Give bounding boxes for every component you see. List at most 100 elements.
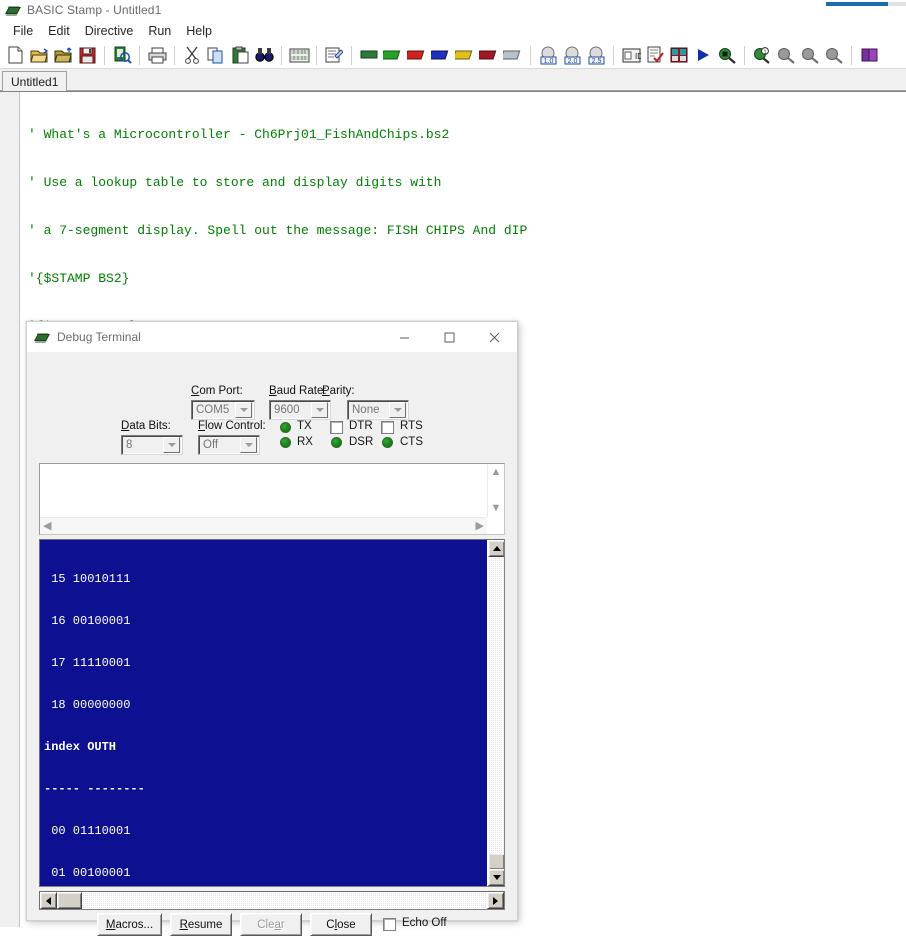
basic-stamp-chip-icon: [35, 331, 50, 344]
dtr-checkbox[interactable]: [330, 421, 343, 434]
chevron-down-icon[interactable]: [240, 437, 257, 453]
tokenize-icon[interactable]: [667, 43, 691, 67]
com-port-select[interactable]: COM5: [191, 400, 255, 420]
paste-clipboard-icon[interactable]: [228, 43, 252, 67]
debug-terminal-3-icon[interactable]: [798, 43, 822, 67]
menu-help[interactable]: Help: [180, 22, 221, 40]
cts-label: CTS: [400, 436, 423, 448]
app-title: BASIC Stamp - Untitled1: [27, 3, 161, 17]
scroll-up-button[interactable]: [488, 540, 505, 557]
scroll-down-icon[interactable]: ▼: [491, 503, 502, 514]
baud-rate-select[interactable]: 9600: [269, 400, 331, 420]
close-button[interactable]: Close: [310, 913, 372, 936]
echo-off-checkbox[interactable]: [383, 918, 396, 931]
pbasic-2-0-icon[interactable]: 2.0: [560, 43, 584, 67]
scroll-right-button[interactable]: [487, 892, 504, 909]
identify-icon[interactable]: ID: [619, 43, 643, 67]
app-title-bar[interactable]: BASIC Stamp - Untitled1: [0, 0, 906, 20]
debug-terminal-4-icon[interactable]: [822, 43, 846, 67]
transmit-text-area[interactable]: ▲ ▼ ◀ ▶: [39, 463, 505, 535]
toolbar-separator: [139, 46, 140, 65]
debug-terminal-2-icon[interactable]: [774, 43, 798, 67]
stamp-green-icon[interactable]: [381, 43, 405, 67]
menu-directive[interactable]: Directive: [79, 22, 143, 40]
close-button[interactable]: [472, 322, 517, 353]
parity-select[interactable]: None: [347, 400, 409, 420]
stamp-silver-icon[interactable]: [501, 43, 525, 67]
scroll-left-button[interactable]: [40, 892, 57, 909]
terminal-line: 15 10010111: [44, 572, 487, 586]
help-book-icon[interactable]: [857, 43, 881, 67]
print-preview-icon[interactable]: [110, 43, 134, 67]
stamp-bs1-icon[interactable]: [357, 43, 381, 67]
copy-icon[interactable]: [204, 43, 228, 67]
echo-off-label: Echo Off: [402, 917, 447, 929]
minimize-button[interactable]: [382, 322, 427, 353]
stamp-darkred-icon[interactable]: [477, 43, 501, 67]
transmit-horizontal-scrollbar[interactable]: ◀ ▶: [40, 517, 487, 534]
toolbar-separator: [613, 46, 614, 65]
svg-text:1: 1: [763, 49, 766, 55]
open-folder-up-icon[interactable]: [51, 43, 75, 67]
clear-button: Clear: [240, 913, 302, 936]
stamp-red-icon[interactable]: [405, 43, 429, 67]
stamp-yellow-icon[interactable]: [453, 43, 477, 67]
debug-terminal-icon[interactable]: [715, 43, 739, 67]
run-play-icon[interactable]: [691, 43, 715, 67]
menu-run[interactable]: Run: [142, 22, 180, 40]
cut-scissors-icon[interactable]: [180, 43, 204, 67]
save-floppy-icon[interactable]: [75, 43, 99, 67]
toolbar: 1.0 2.0 2.5 ID 1: [0, 42, 906, 69]
stamp-blue-icon[interactable]: [429, 43, 453, 67]
scroll-up-icon[interactable]: ▲: [491, 467, 502, 478]
flow-control-select[interactable]: Off: [198, 435, 260, 455]
debug-terminal-title-bar[interactable]: Debug Terminal: [27, 322, 517, 353]
syntax-check-icon[interactable]: [643, 43, 667, 67]
vertical-scroll-thumb[interactable]: [488, 853, 505, 870]
terminal-output: 15 10010111 16 00100001 17 11110001 18 0…: [40, 540, 487, 886]
toolbar-separator: [174, 46, 175, 65]
menu-edit[interactable]: Edit: [42, 22, 79, 40]
open-folder-icon[interactable]: [27, 43, 51, 67]
parity-value: None: [348, 404, 389, 416]
memory-map-icon[interactable]: [287, 43, 311, 67]
svg-text:1.0: 1.0: [543, 58, 553, 65]
debug-terminal-1-icon[interactable]: 1: [750, 43, 774, 67]
chevron-down-icon[interactable]: [235, 402, 252, 418]
horizontal-scroll-thumb[interactable]: [57, 892, 82, 909]
macros-button[interactable]: Macros...: [97, 913, 162, 936]
data-bits-select[interactable]: 8: [121, 435, 183, 455]
chevron-down-icon[interactable]: [311, 402, 328, 418]
pbasic-1-0-icon[interactable]: 1.0: [536, 43, 560, 67]
dsr-led: [331, 437, 342, 448]
terminal-separator-line: ----- --------: [44, 782, 487, 796]
debug-terminal-window[interactable]: Debug Terminal CCom Port:om Port: Baud R…: [26, 321, 518, 921]
terminal-line: 18 00000000: [44, 698, 487, 712]
window-accent-bar-gray: [888, 2, 906, 6]
menu-file[interactable]: File: [7, 22, 42, 40]
find-binoculars-icon[interactable]: [252, 43, 276, 67]
code-line: ' Use a lookup table to store and displa…: [28, 175, 906, 191]
maximize-button[interactable]: [427, 322, 472, 353]
pbasic-2-5-icon[interactable]: 2.5: [584, 43, 608, 67]
resume-button[interactable]: Resume: [170, 913, 232, 936]
rts-label: RTS: [400, 420, 423, 432]
receive-horizontal-scrollbar[interactable]: [39, 891, 505, 910]
receive-vertical-scrollbar[interactable]: [487, 540, 504, 886]
edit-properties-icon[interactable]: [322, 43, 346, 67]
transmit-vertical-scrollbar[interactable]: ▲ ▼: [487, 464, 504, 517]
toolbar-separator: [351, 46, 352, 65]
scroll-right-icon[interactable]: ▶: [476, 521, 484, 532]
tab-label: Untitled1: [11, 75, 58, 89]
receive-text-area[interactable]: 15 10010111 16 00100001 17 11110001 18 0…: [39, 539, 505, 887]
rts-checkbox[interactable]: [381, 421, 394, 434]
new-file-icon[interactable]: [3, 43, 27, 67]
chevron-down-icon[interactable]: [163, 437, 180, 453]
scroll-down-button[interactable]: [488, 869, 505, 886]
print-icon[interactable]: [145, 43, 169, 67]
tab-untitled1[interactable]: Untitled1: [2, 71, 67, 91]
chevron-down-icon[interactable]: [389, 402, 406, 418]
scroll-left-icon[interactable]: ◀: [43, 521, 51, 532]
menu-bar: File Edit Directive Run Help: [0, 20, 906, 42]
editor-tab-strip: Untitled1: [0, 69, 906, 91]
